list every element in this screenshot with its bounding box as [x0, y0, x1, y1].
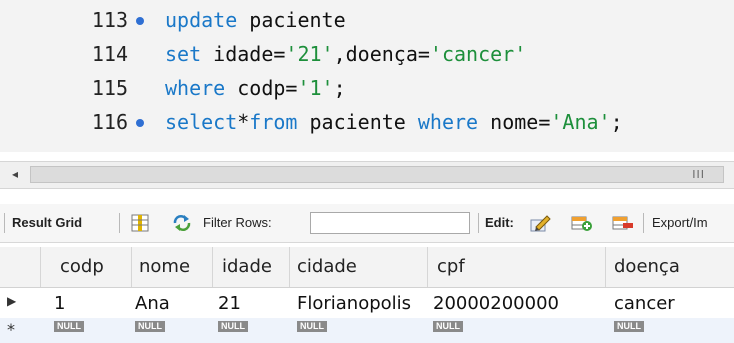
line-number-gutter: 116	[0, 105, 150, 139]
sql-string: 'Ana'	[550, 110, 611, 134]
sql-keyword: set	[165, 42, 202, 66]
current-row-marker-icon: ▶	[7, 294, 17, 308]
column-header-cpf[interactable]: cpf	[437, 247, 465, 287]
editor-horizontal-scrollbar[interactable]: ◂ III	[0, 161, 734, 189]
null-badge[interactable]: NULL	[218, 321, 248, 332]
line-number-gutter: 115	[0, 71, 150, 105]
sql-text: paciente	[297, 110, 418, 134]
new-row-marker-icon: *	[7, 320, 15, 339]
sql-text: ;	[333, 76, 346, 100]
column-header-doenca[interactable]: doença	[614, 247, 680, 287]
sql-string: '1'	[297, 76, 334, 100]
cell-codp[interactable]: 1	[54, 293, 65, 314]
column-header-codp[interactable]: codp	[60, 247, 104, 287]
edit-pencil-icon[interactable]	[530, 214, 551, 232]
toolbar-separator	[4, 213, 5, 233]
code-line[interactable]: select*from paciente where nome='Ana';	[165, 105, 623, 139]
table-row[interactable]: ▶ 1 Ana 21 Florianopolis 20000200000 can…	[0, 288, 734, 318]
cell-cidade[interactable]: Florianopolis	[297, 293, 411, 314]
column-divider	[131, 247, 132, 287]
sql-keyword: where	[165, 76, 226, 100]
line-number-gutter: 113	[0, 3, 150, 37]
column-header-nome[interactable]: nome	[139, 247, 190, 287]
line-number: 114	[91, 42, 128, 66]
sql-string: 'cancer'	[429, 42, 527, 66]
result-toolbar: Result Grid Filter Rows: Edit: Export/Im	[0, 204, 734, 243]
cell-nome[interactable]: Ana	[135, 293, 170, 314]
grid-layout-icon[interactable]	[131, 214, 149, 232]
result-grid-tab[interactable]: Result Grid	[12, 204, 82, 242]
delete-row-icon[interactable]	[612, 214, 633, 232]
code-line[interactable]: where codp='1';	[165, 71, 346, 105]
code-line[interactable]: update paciente	[165, 3, 346, 37]
add-row-icon[interactable]	[571, 214, 592, 232]
sql-text: ,doença=	[333, 42, 430, 66]
column-divider	[427, 247, 428, 287]
sql-string: '21'	[285, 42, 334, 66]
null-badge[interactable]: NULL	[135, 321, 165, 332]
edit-label: Edit:	[485, 215, 514, 230]
toolbar-separator	[119, 213, 120, 233]
grid-header-row: codp nome idade cidade cpf doença	[0, 247, 734, 288]
export-import-button[interactable]: Export/Im	[652, 204, 708, 242]
code-line[interactable]: set idade='21',doença='cancer'	[165, 37, 526, 71]
column-divider	[289, 247, 290, 287]
statement-marker-icon	[136, 119, 144, 127]
cell-cpf[interactable]: 20000200000	[433, 293, 559, 314]
sql-text: codp=	[225, 76, 298, 100]
sql-keyword: where	[417, 110, 479, 134]
toolbar-separator	[643, 213, 644, 233]
scrollbar-grip-icon: III	[692, 168, 705, 181]
line-number: 116	[91, 110, 128, 134]
column-divider	[40, 247, 41, 287]
filter-rows-input[interactable]	[310, 212, 470, 234]
column-divider	[605, 247, 606, 287]
scroll-left-arrow-icon[interactable]: ◂	[6, 164, 24, 184]
new-row[interactable]: * NULL NULL NULL NULL NULL NULL	[0, 318, 734, 343]
line-number: 113	[91, 8, 128, 32]
refresh-icon[interactable]	[172, 214, 191, 232]
null-badge[interactable]: NULL	[54, 321, 84, 332]
sql-text: *	[237, 110, 250, 134]
column-header-idade[interactable]: idade	[222, 247, 272, 287]
filter-rows-label: Filter Rows:	[203, 215, 272, 230]
column-header-cidade[interactable]: cidade	[297, 247, 357, 287]
sql-keyword: update	[165, 8, 238, 32]
null-badge[interactable]: NULL	[433, 321, 463, 332]
sql-text: idade=	[201, 42, 286, 66]
sql-keyword: from	[249, 110, 298, 134]
cell-idade[interactable]: 21	[218, 293, 241, 314]
statement-marker-icon	[136, 17, 144, 25]
sql-text: nome=	[478, 110, 551, 134]
column-divider	[212, 247, 213, 287]
sql-text: ;	[610, 110, 623, 134]
sql-keyword: select	[165, 110, 238, 134]
toolbar-separator	[478, 213, 479, 233]
scrollbar-thumb[interactable]: III	[30, 166, 724, 183]
null-badge[interactable]: NULL	[614, 321, 644, 332]
sql-editor[interactable]: 113 update paciente 114 set idade='21',doen…	[0, 0, 734, 152]
sql-text: paciente	[237, 8, 346, 32]
null-badge[interactable]: NULL	[297, 321, 327, 332]
line-number: 115	[91, 76, 128, 100]
cell-doenca[interactable]: cancer	[614, 293, 675, 314]
line-number-gutter: 114	[0, 37, 150, 71]
